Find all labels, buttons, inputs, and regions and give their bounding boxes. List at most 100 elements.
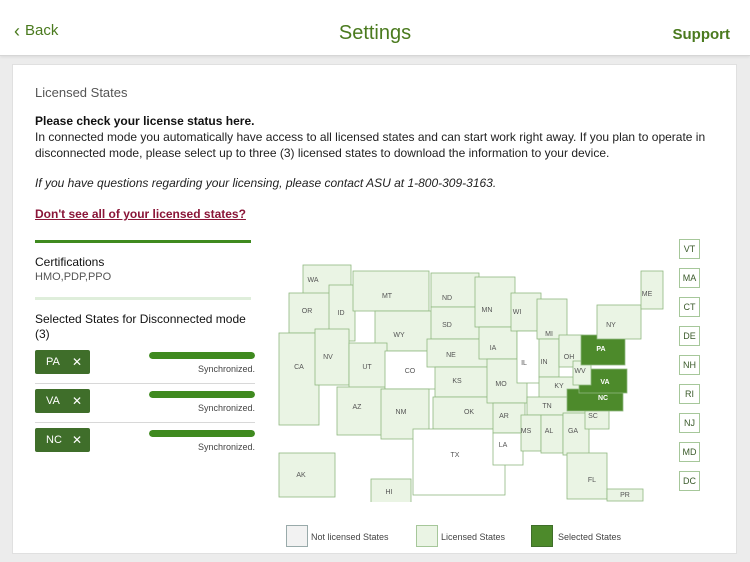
map-label-sc: SC <box>588 413 598 420</box>
small-state-ma[interactable]: MA <box>679 268 700 288</box>
map-state-ny[interactable] <box>596 304 642 340</box>
top-bar: ‹ Back Settings Support <box>0 0 750 56</box>
map-state-nd[interactable] <box>430 272 480 308</box>
selected-state-row: VA ✕ Synchronized. <box>35 389 255 427</box>
remove-icon[interactable]: ✕ <box>72 355 82 369</box>
map-label-hi: HI <box>386 489 393 496</box>
map-state-ia[interactable] <box>478 326 518 360</box>
small-state-nj[interactable]: NJ <box>679 413 700 433</box>
sync-progress-bar <box>149 352 255 359</box>
page-title: Settings <box>338 22 412 44</box>
small-state-md[interactable]: MD <box>679 442 700 462</box>
map-label-or: OR <box>302 308 313 315</box>
map-label-ak: AK <box>296 472 306 479</box>
sync-progress-bar <box>149 391 255 398</box>
map-label-fl: FL <box>588 477 596 484</box>
remove-icon[interactable]: ✕ <box>72 394 82 408</box>
sync-status: Synchronized. <box>197 403 255 413</box>
map-label-ia: IA <box>490 345 497 352</box>
sync-progress-fill <box>149 430 255 437</box>
section-divider-light <box>35 297 251 300</box>
check-status-text: Please check your license status here. <box>35 114 255 128</box>
support-button[interactable]: Support <box>673 26 731 43</box>
map-label-ok: OK <box>464 409 474 416</box>
map-label-mt: MT <box>382 293 393 300</box>
legend-not-licensed: Not licensed States <box>311 532 389 542</box>
legend-licensed: Licensed States <box>441 532 506 542</box>
state-chip-code: PA <box>46 356 60 368</box>
state-chip-code: NC <box>46 434 62 446</box>
map-state-in[interactable] <box>538 338 560 378</box>
certifications-label: Certifications <box>35 255 105 269</box>
map-label-in: IN <box>541 359 548 366</box>
map-label-oh: OH <box>564 354 575 361</box>
state-chip-pa[interactable]: PA ✕ <box>35 350 90 374</box>
map-label-ny: NY <box>606 322 616 329</box>
sync-status: Synchronized. <box>197 364 255 374</box>
map-label-pr: PR <box>620 492 630 499</box>
map-state-me[interactable] <box>640 270 664 310</box>
map-label-az: AZ <box>353 404 363 411</box>
map-label-pa: PA <box>596 346 605 353</box>
map-label-ga: GA <box>568 428 578 435</box>
row-divider <box>35 383 255 384</box>
missing-states-link[interactable]: Don't see all of your licensed states? <box>35 207 246 221</box>
small-state-de[interactable]: DE <box>679 326 700 346</box>
map-state-fl[interactable] <box>566 452 608 500</box>
map-label-mi: MI <box>545 331 553 338</box>
map-label-nv: NV <box>323 354 333 361</box>
map-label-sd: SD <box>442 322 452 329</box>
map-label-mo: MO <box>495 381 507 388</box>
row-divider <box>35 422 255 423</box>
map-state-tx[interactable] <box>412 428 506 496</box>
certifications-value: HMO,PDP,PPO <box>35 271 112 283</box>
map-label-co: CO <box>405 368 416 375</box>
remove-icon[interactable]: ✕ <box>72 433 82 447</box>
state-chip-nc[interactable]: NC ✕ <box>35 428 90 452</box>
state-chip-va[interactable]: VA ✕ <box>35 389 90 413</box>
sync-progress-fill <box>149 391 255 398</box>
map-state-la[interactable] <box>492 432 524 466</box>
map-label-wi: WI <box>513 309 522 316</box>
legend-swatch-not-licensed <box>286 525 308 547</box>
map-label-me: ME <box>642 291 653 298</box>
map-label-ky: KY <box>554 383 564 390</box>
map-label-tx: TX <box>451 452 460 459</box>
sync-progress-bar <box>149 430 255 437</box>
map-state-ks[interactable] <box>434 366 496 398</box>
small-state-ct[interactable]: CT <box>679 297 700 317</box>
questions-text: If you have questions regarding your lic… <box>35 176 497 190</box>
map-label-wy: WY <box>393 332 405 339</box>
sync-status: Synchronized. <box>197 442 255 452</box>
map-label-ca: CA <box>294 364 304 371</box>
small-state-ri[interactable]: RI <box>679 384 700 404</box>
map-state-mn[interactable] <box>474 276 516 328</box>
map-label-nc: NC <box>598 395 608 402</box>
map-label-nm: NM <box>396 409 407 416</box>
map-label-nd: ND <box>442 295 452 302</box>
small-state-nh[interactable]: NH <box>679 355 700 375</box>
map-state-mt[interactable] <box>352 270 430 312</box>
map-label-id: ID <box>338 310 345 317</box>
legend-swatch-selected <box>531 525 553 547</box>
map-label-mn: MN <box>482 307 493 314</box>
small-state-vt[interactable]: VT <box>679 239 700 259</box>
section-divider <box>35 240 251 243</box>
description-text: In connected mode you automatically have… <box>35 130 706 160</box>
map-label-il: IL <box>521 360 527 367</box>
section-title: Licensed States <box>35 85 128 100</box>
map-label-tn: TN <box>542 403 551 410</box>
small-state-dc[interactable]: DC <box>679 471 700 491</box>
map-label-wv: WV <box>574 368 586 375</box>
map-state-ca[interactable] <box>278 332 320 426</box>
legend-swatch-licensed <box>416 525 438 547</box>
map-state-ak[interactable] <box>278 452 336 498</box>
us-map[interactable]: WA OR CA ID NV MT WY UT AZ CO NM ND SD NE KS OK TX MN IA MO… <box>267 257 667 502</box>
map-label-va: VA <box>600 379 609 386</box>
sync-progress-fill <box>149 352 255 359</box>
map-label-ms: MS <box>521 428 532 435</box>
map-label-al: AL <box>545 428 554 435</box>
map-state-az[interactable] <box>336 386 386 436</box>
selected-state-row: NC ✕ Synchronized. <box>35 428 255 466</box>
map-label-wa: WA <box>307 277 318 284</box>
